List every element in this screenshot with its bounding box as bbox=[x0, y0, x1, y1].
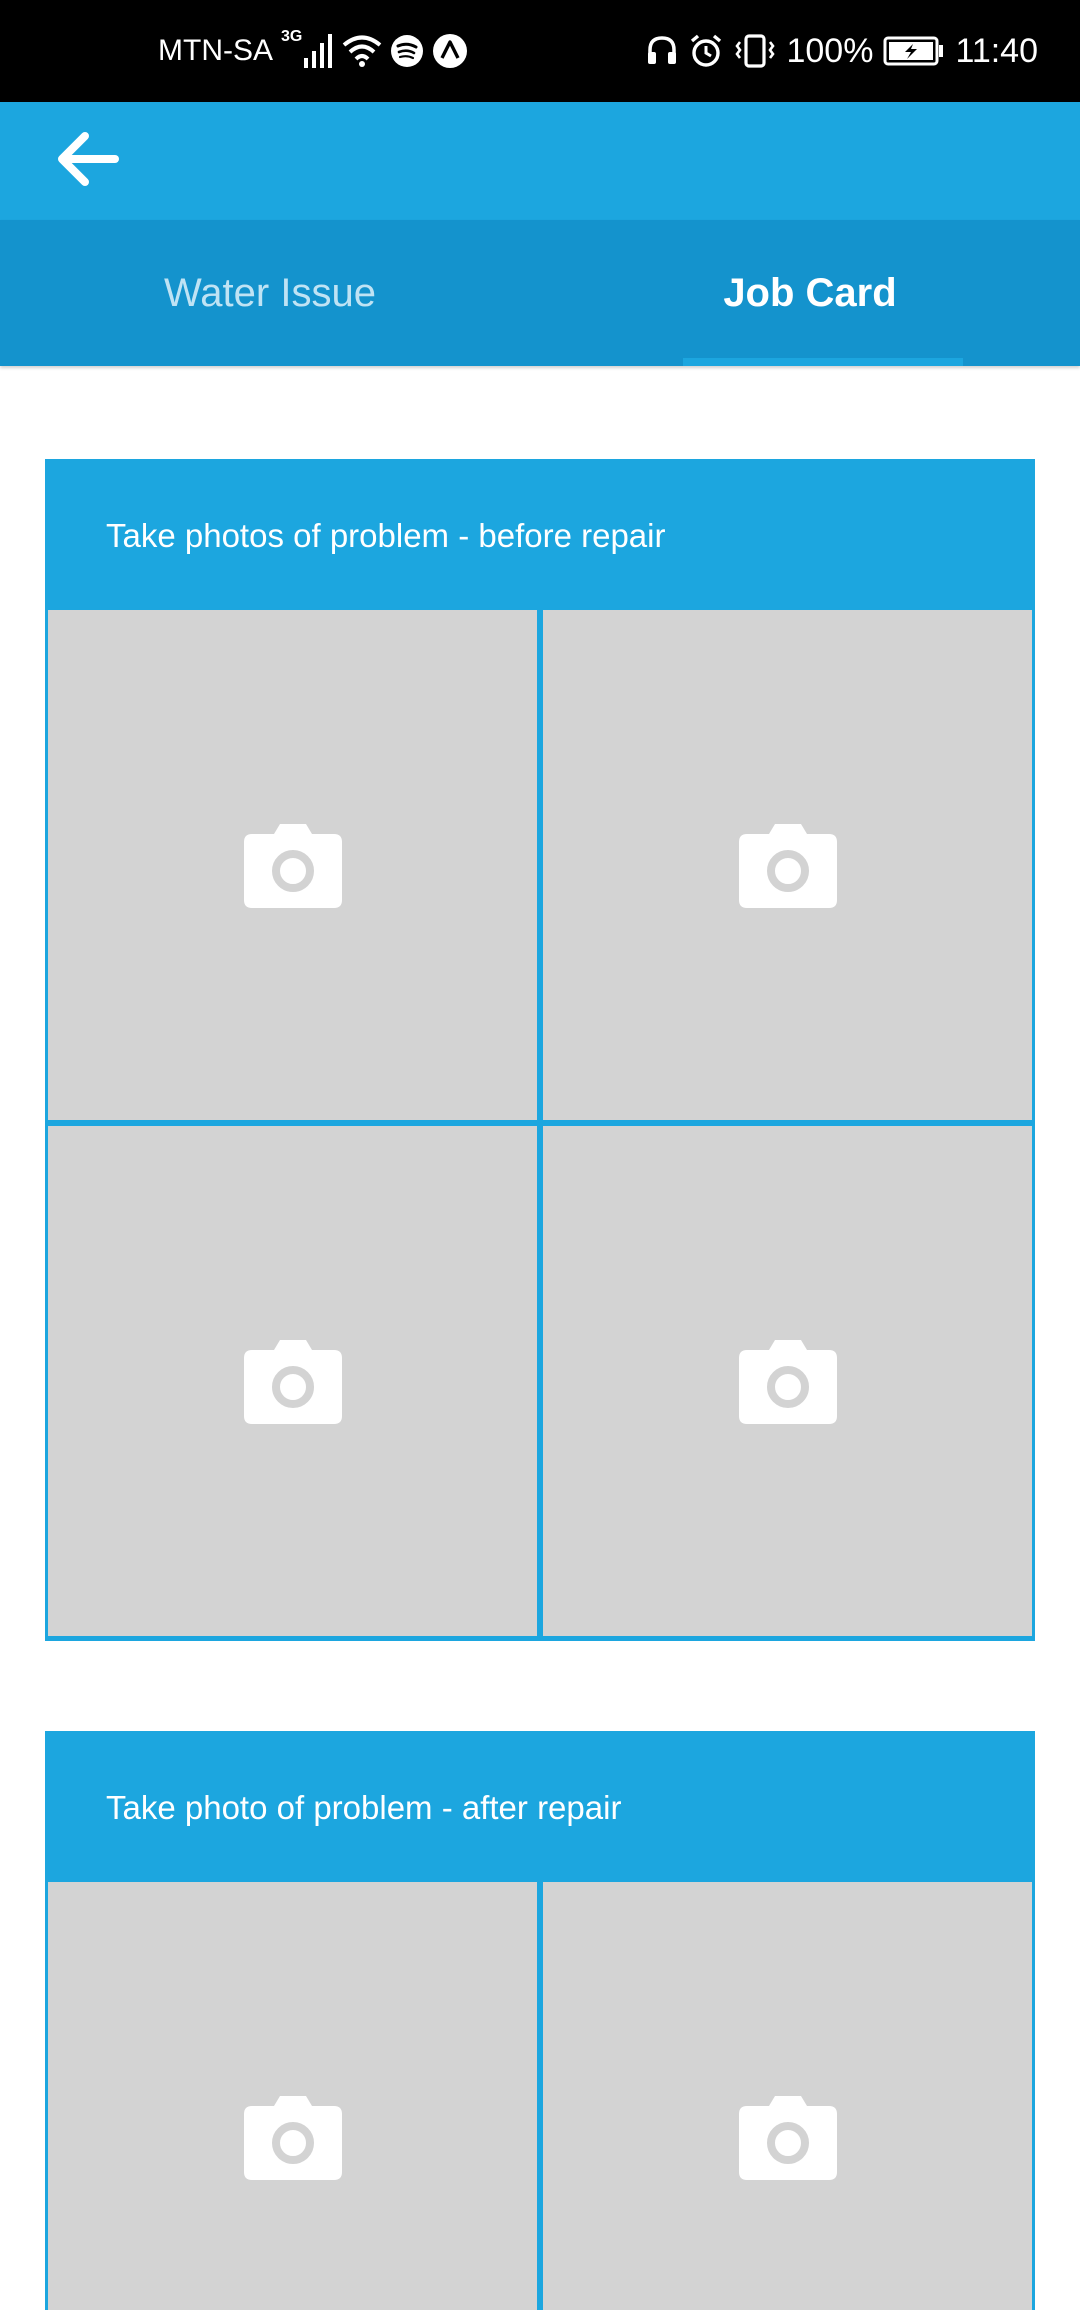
nav-app-icon bbox=[433, 34, 468, 68]
job-card-screen: MTN-SA 3G 100% 11:40 Water Issue Job Car… bbox=[0, 0, 1080, 2310]
battery-charging-icon bbox=[883, 36, 944, 66]
tab-job-card[interactable]: Job Card bbox=[540, 220, 1080, 366]
battery-percent-label: 100% bbox=[786, 31, 874, 70]
after-repair-photo-grid bbox=[48, 1882, 1032, 2310]
network-type-label: 3G bbox=[281, 28, 303, 45]
app-bar bbox=[0, 102, 1080, 220]
camera-icon bbox=[243, 1340, 342, 1424]
camera-icon bbox=[243, 824, 342, 908]
tab-selected-indicator bbox=[683, 358, 963, 366]
signal-icon bbox=[304, 34, 333, 68]
photo-slot[interactable] bbox=[543, 610, 1032, 1120]
clock-label: 11:40 bbox=[955, 31, 1038, 70]
status-bar-left: MTN-SA 3G bbox=[158, 0, 468, 102]
wifi-icon bbox=[343, 35, 382, 67]
camera-icon bbox=[243, 2096, 342, 2180]
tab-water-issue[interactable]: Water Issue bbox=[0, 220, 540, 366]
camera-icon bbox=[738, 824, 837, 908]
tab-bar: Water Issue Job Card bbox=[0, 220, 1080, 366]
before-repair-photo-grid bbox=[48, 610, 1032, 1636]
photo-slot[interactable] bbox=[543, 1882, 1032, 2310]
camera-icon bbox=[738, 2096, 837, 2180]
back-arrow-icon bbox=[58, 132, 119, 186]
carrier-label: MTN-SA bbox=[158, 34, 273, 67]
photo-slot[interactable] bbox=[48, 610, 537, 1120]
headphones-icon bbox=[648, 36, 677, 64]
before-repair-title: Take photos of problem - before repair bbox=[48, 462, 1032, 610]
after-repair-section: Take photo of problem - after repair bbox=[45, 1731, 1035, 2310]
photo-slot[interactable] bbox=[48, 1126, 537, 1636]
vibrate-icon bbox=[735, 34, 776, 68]
camera-icon bbox=[738, 1340, 837, 1424]
photo-slot[interactable] bbox=[48, 1882, 537, 2310]
photo-slot[interactable] bbox=[543, 1126, 1032, 1636]
back-button[interactable] bbox=[44, 116, 130, 202]
status-bar: MTN-SA 3G 100% 11:40 bbox=[0, 0, 1080, 102]
status-bar-right: 100% 11:40 bbox=[646, 0, 1038, 102]
spotify-icon bbox=[391, 35, 424, 67]
alarm-icon bbox=[691, 34, 722, 67]
before-repair-section: Take photos of problem - before repair bbox=[45, 459, 1035, 1641]
after-repair-title: Take photo of problem - after repair bbox=[48, 1734, 1032, 1882]
